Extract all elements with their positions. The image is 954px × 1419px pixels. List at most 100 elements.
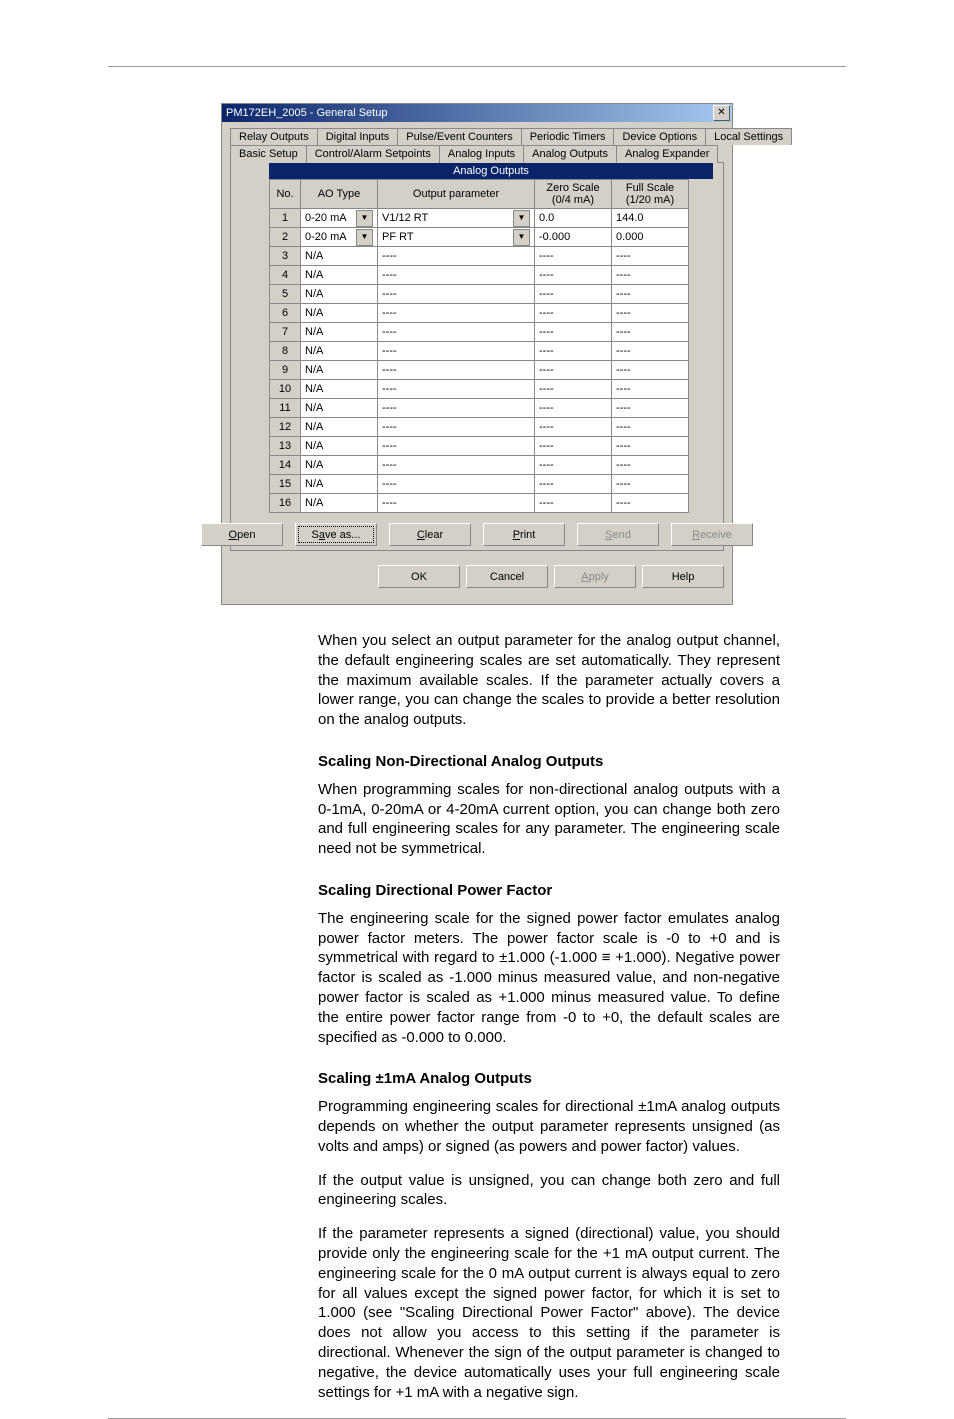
cell-zero-scale[interactable]: ----: [535, 475, 612, 494]
cell-no: 2: [270, 228, 301, 247]
cell-ao-type: N/A: [301, 361, 378, 380]
cell-full-scale[interactable]: ----: [612, 494, 689, 513]
tab-analog-outputs[interactable]: Analog Outputs: [523, 145, 617, 163]
cell-no: 4: [270, 266, 301, 285]
cell-zero-scale[interactable]: ----: [535, 304, 612, 323]
cell-zero-scale[interactable]: ----: [535, 266, 612, 285]
tab-local-settings[interactable]: Local Settings: [705, 128, 792, 145]
tab-basic-setup[interactable]: Basic Setup: [230, 145, 307, 163]
col-full-scale: Full Scale (1/20 mA): [612, 180, 689, 209]
cell-ao-type[interactable]: 0-20 mA▼: [301, 209, 378, 228]
table-row: 13N/A------------: [270, 437, 689, 456]
cell-zero-scale[interactable]: ----: [535, 494, 612, 513]
cell-output-parameter: ----: [378, 418, 535, 437]
cell-full-scale[interactable]: ----: [612, 247, 689, 266]
dialog-titlebar: PM172EH_2005 - General Setup ✕: [222, 104, 732, 122]
cell-output-parameter: ----: [378, 266, 535, 285]
cell-no: 15: [270, 475, 301, 494]
cell-zero-scale[interactable]: ----: [535, 456, 612, 475]
cell-full-scale[interactable]: ----: [612, 437, 689, 456]
cell-output-parameter: ----: [378, 247, 535, 266]
paragraph-power-factor: The engineering scale for the signed pow…: [318, 909, 780, 1048]
col-output-parameter: Output parameter: [378, 180, 535, 209]
cell-output-parameter: ----: [378, 380, 535, 399]
cell-zero-scale[interactable]: -0.000: [535, 228, 612, 247]
cell-zero-scale[interactable]: ----: [535, 437, 612, 456]
cell-output-parameter: ----: [378, 475, 535, 494]
cell-no: 16: [270, 494, 301, 513]
chevron-down-icon[interactable]: ▼: [356, 210, 373, 227]
cell-ao-type: N/A: [301, 285, 378, 304]
cell-ao-type: N/A: [301, 247, 378, 266]
chevron-down-icon[interactable]: ▼: [513, 210, 530, 227]
paragraph-1ma-1: Programming engineering scales for direc…: [318, 1097, 780, 1156]
heading-1ma: Scaling ±1mA Analog Outputs: [318, 1069, 780, 1089]
cell-output-parameter: ----: [378, 361, 535, 380]
cell-full-scale[interactable]: ----: [612, 266, 689, 285]
general-setup-dialog: PM172EH_2005 - General Setup ✕ Relay Out…: [221, 103, 733, 605]
cell-no: 5: [270, 285, 301, 304]
clear-button[interactable]: Clear: [389, 523, 471, 546]
tab-digital-inputs[interactable]: Digital Inputs: [317, 128, 399, 145]
table-row: 4N/A------------: [270, 266, 689, 285]
cell-zero-scale[interactable]: ----: [535, 399, 612, 418]
outer-button-row: OK Cancel Apply Help: [230, 565, 724, 588]
cell-output-parameter: ----: [378, 285, 535, 304]
cell-full-scale[interactable]: ----: [612, 418, 689, 437]
cell-full-scale[interactable]: ----: [612, 475, 689, 494]
paragraph-1ma-3: If the parameter represents a signed (di…: [318, 1224, 780, 1402]
cell-zero-scale[interactable]: ----: [535, 285, 612, 304]
cell-full-scale[interactable]: ----: [612, 342, 689, 361]
save-as-button[interactable]: Save as...: [295, 523, 377, 546]
cancel-button[interactable]: Cancel: [466, 565, 548, 588]
tab-pulse-event-counters[interactable]: Pulse/Event Counters: [397, 128, 521, 145]
cell-full-scale[interactable]: ----: [612, 285, 689, 304]
chevron-down-icon[interactable]: ▼: [356, 229, 373, 246]
cell-no: 8: [270, 342, 301, 361]
cell-full-scale[interactable]: 144.0: [612, 209, 689, 228]
tab-device-options[interactable]: Device Options: [613, 128, 706, 145]
cell-zero-scale[interactable]: ----: [535, 380, 612, 399]
cell-zero-scale[interactable]: ----: [535, 342, 612, 361]
cell-zero-scale[interactable]: ----: [535, 361, 612, 380]
help-button[interactable]: Help: [642, 565, 724, 588]
cell-no: 11: [270, 399, 301, 418]
print-button[interactable]: Print: [483, 523, 565, 546]
table-row: 9N/A------------: [270, 361, 689, 380]
tab-periodic-timers[interactable]: Periodic Timers: [521, 128, 615, 145]
table-row: 11N/A------------: [270, 399, 689, 418]
cell-full-scale[interactable]: ----: [612, 304, 689, 323]
cell-output-parameter[interactable]: V1/12 RT▼: [378, 209, 535, 228]
open-button[interactable]: Open: [201, 523, 283, 546]
tab-control-alarm-setpoints[interactable]: Control/Alarm Setpoints: [306, 145, 440, 163]
cell-output-parameter: ----: [378, 323, 535, 342]
table-row: 3N/A------------: [270, 247, 689, 266]
chevron-down-icon[interactable]: ▼: [513, 229, 530, 246]
cell-full-scale[interactable]: ----: [612, 323, 689, 342]
cell-no: 7: [270, 323, 301, 342]
cell-zero-scale[interactable]: ----: [535, 323, 612, 342]
apply-button: Apply: [554, 565, 636, 588]
tab-analog-expander[interactable]: Analog Expander: [616, 145, 718, 163]
cell-full-scale[interactable]: ----: [612, 399, 689, 418]
ok-button[interactable]: OK: [378, 565, 460, 588]
table-title: Analog Outputs: [269, 163, 713, 179]
cell-full-scale[interactable]: ----: [612, 361, 689, 380]
heading-power-factor: Scaling Directional Power Factor: [318, 881, 780, 901]
tab-relay-outputs[interactable]: Relay Outputs: [230, 128, 318, 145]
tab-analog-inputs[interactable]: Analog Inputs: [439, 145, 524, 163]
cell-ao-type[interactable]: 0-20 mA▼: [301, 228, 378, 247]
cell-full-scale[interactable]: ----: [612, 456, 689, 475]
cell-zero-scale[interactable]: 0.0: [535, 209, 612, 228]
cell-ao-type: N/A: [301, 418, 378, 437]
table-row: 6N/A------------: [270, 304, 689, 323]
cell-zero-scale[interactable]: ----: [535, 247, 612, 266]
cell-full-scale[interactable]: ----: [612, 380, 689, 399]
cell-output-parameter[interactable]: PF RT▼: [378, 228, 535, 247]
cell-ao-type: N/A: [301, 475, 378, 494]
cell-zero-scale[interactable]: ----: [535, 418, 612, 437]
paragraph-nondirectional: When programming scales for non-directio…: [318, 780, 780, 859]
cell-full-scale[interactable]: 0.000: [612, 228, 689, 247]
close-icon[interactable]: ✕: [713, 105, 730, 121]
dialog-title: PM172EH_2005 - General Setup: [226, 104, 387, 122]
